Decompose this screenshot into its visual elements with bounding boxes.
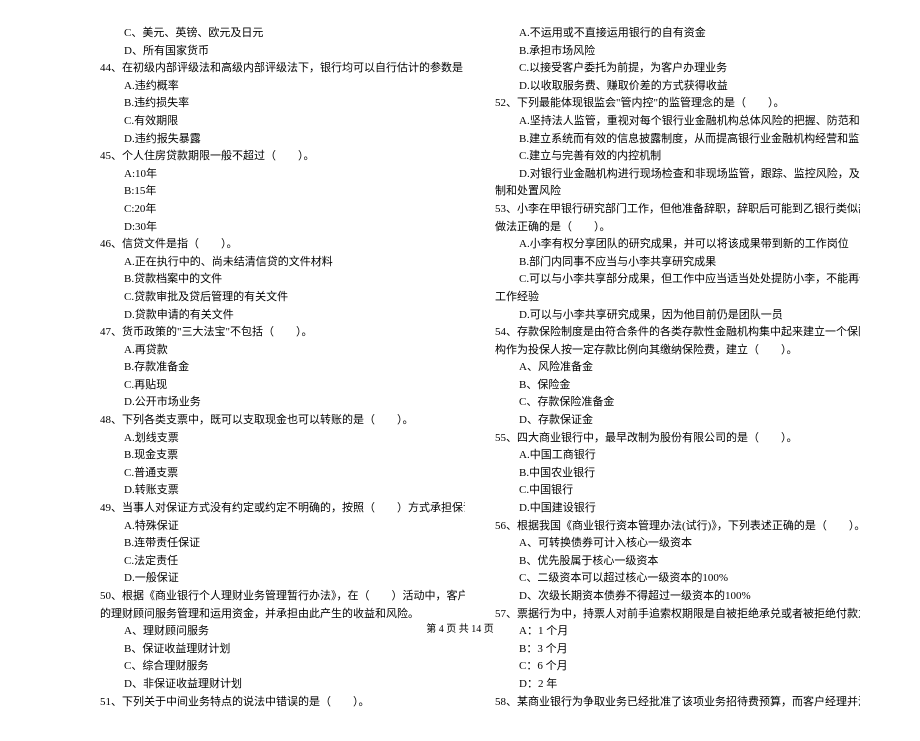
option-text: A.特殊保证 xyxy=(100,518,465,536)
option-text: D、所有国家货币 xyxy=(100,43,465,61)
option-text: A.坚持法人监管，重视对每个银行业金融机构总体风险的把握、防范和化解 xyxy=(495,113,860,131)
option-text: C.普通支票 xyxy=(100,465,465,483)
option-text: C、存款保险准备金 xyxy=(495,394,860,412)
option-text: C:20年 xyxy=(100,201,465,219)
option-text: B.部门内同事不应当与小李共享研究成果 xyxy=(495,254,860,272)
option-text: C.有效期限 xyxy=(100,113,465,131)
question-text: 46、信贷文件是指（ ）。 xyxy=(100,236,465,254)
option-text: D.一般保证 xyxy=(100,570,465,588)
option-text: A、风险准备金 xyxy=(495,359,860,377)
option-text: D.以收取服务费、赚取价差的方式获得收益 xyxy=(495,78,860,96)
option-text: B.贷款档案中的文件 xyxy=(100,271,465,289)
option-continuation: 工作经验 xyxy=(495,289,860,307)
option-text: D.对银行业金融机构进行现场检查和非现场监管，跟踪、监控风险，及早发现、预警、控 xyxy=(495,166,860,184)
option-text: B:15年 xyxy=(100,183,465,201)
question-continuation: 做法正确的是（ ）。 xyxy=(495,219,860,237)
option-text: D:30年 xyxy=(100,219,465,237)
option-text: B.连带责任保证 xyxy=(100,535,465,553)
option-text: C.再贴现 xyxy=(100,377,465,395)
option-text: C.中国银行 xyxy=(495,482,860,500)
option-text: D.违约报失暴露 xyxy=(100,131,465,149)
option-text: C.可以与小李共享部分成果，但工作中应当适当处处提防小李，不能再使其利用团队资源… xyxy=(495,271,860,289)
option-text: B.中国农业银行 xyxy=(495,465,860,483)
option-text: C.法定责任 xyxy=(100,553,465,571)
question-text: 56、根据我国《商业银行资本管理办法(试行)》，下列表述正确的是（ ）。 xyxy=(495,518,860,536)
option-text: B.承担市场风险 xyxy=(495,43,860,61)
option-text: D.可以与小李共享研究成果，因为他目前仍是团队一员 xyxy=(495,307,860,325)
question-text: 50、根据《商业银行个人理财业务管理暂行办法》，在（ ）活动中，客户根据商业银行… xyxy=(100,588,465,606)
right-column: A.不运用或不直接运用银行的自有资金 B.承担市场风险 C.以接受客户委托为前提… xyxy=(495,25,860,711)
option-text: B.建立系统而有效的信息披露制度，从而提高银行业金融机构经营和监管工作的透明度 xyxy=(495,131,860,149)
option-text: A.划线支票 xyxy=(100,430,465,448)
option-text: D.转账支票 xyxy=(100,482,465,500)
option-text: D.贷款申请的有关文件 xyxy=(100,307,465,325)
option-text: A.违约概率 xyxy=(100,78,465,96)
question-continuation: 构作为投保人按一定存款比例向其缴纳保险费，建立（ ）。 xyxy=(495,342,860,360)
question-text: 54、存款保险制度是由符合条件的各类存款性金融机构集中起来建立一个保险机构，各存… xyxy=(495,324,860,342)
question-text: 51、下列关于中间业务特点的说法中错误的是（ ）。 xyxy=(100,694,465,712)
question-text: 58、某商业银行为争取业务已经批准了该项业务招待费预算，而客户经理并没有请客户吃… xyxy=(495,694,860,712)
option-text: C、美元、英镑、欧元及日元 xyxy=(100,25,465,43)
option-text: A:10年 xyxy=(100,166,465,184)
option-text: C、综合理财服务 xyxy=(100,658,465,676)
question-text: 47、货币政策的"三大法宝"不包括（ ）。 xyxy=(100,324,465,342)
option-text: B、保险金 xyxy=(495,377,860,395)
question-text: 55、四大商业银行中，最早改制为股份有限公司的是（ ）。 xyxy=(495,430,860,448)
option-text: B.违约损失率 xyxy=(100,95,465,113)
option-text: B、优先股属于核心一级资本 xyxy=(495,553,860,571)
question-text: 52、下列最能体现银监会"管内控"的监管理念的是（ ）。 xyxy=(495,95,860,113)
option-text: A.再贷款 xyxy=(100,342,465,360)
option-text: C.以接受客户委托为前提，为客户办理业务 xyxy=(495,60,860,78)
option-text: D：2 年 xyxy=(495,676,860,694)
option-text: D.中国建设银行 xyxy=(495,500,860,518)
page-footer: 第 4 页 共 14 页 xyxy=(0,622,920,638)
option-text: B.现金支票 xyxy=(100,447,465,465)
option-text: A.不运用或不直接运用银行的自有资金 xyxy=(495,25,860,43)
option-text: D、存款保证金 xyxy=(495,412,860,430)
question-text: 48、下列各类支票中，既可以支取现金也可以转账的是（ ）。 xyxy=(100,412,465,430)
option-text: D、次级长期资本债券不得超过一级资本的100% xyxy=(495,588,860,606)
option-text: A.正在执行中的、尚未结清信贷的文件材料 xyxy=(100,254,465,272)
option-text: A、可转换债券可计入核心一级资本 xyxy=(495,535,860,553)
question-continuation: 的理财顾问服务管理和运用资金，并承担由此产生的收益和风险。 xyxy=(100,606,465,624)
option-continuation: 制和处置风险 xyxy=(495,183,860,201)
question-text: 49、当事人对保证方式没有约定或约定不明确的，按照（ ）方式承担保证责任。 xyxy=(100,500,465,518)
left-column: C、美元、英镑、欧元及日元 D、所有国家货币 44、在初级内部评级法和高级内部评… xyxy=(100,25,465,711)
question-text: 53、小李在甲银行研究部门工作，但他准备辞职，辞职后可能到乙银行类似部门工作，则… xyxy=(495,201,860,219)
option-text: B.存款准备金 xyxy=(100,359,465,377)
question-text: 44、在初级内部评级法和高级内部评级法下，银行均可以自行估计的参数是（ ）。 xyxy=(100,60,465,78)
option-text: D.公开市场业务 xyxy=(100,394,465,412)
option-text: A.中国工商银行 xyxy=(495,447,860,465)
option-text: A.小李有权分享团队的研究成果，并可以将该成果带到新的工作岗位 xyxy=(495,236,860,254)
option-text: C、二级资本可以超过核心一级资本的100% xyxy=(495,570,860,588)
question-text: 57、票据行为中，持票人对前手追索权期限是自被拒绝承兑或者被拒绝付款之日起（ ）… xyxy=(495,606,860,624)
option-text: C：6 个月 xyxy=(495,658,860,676)
question-text: 45、个人住房贷款期限一般不超过（ ）。 xyxy=(100,148,465,166)
option-text: D、非保证收益理财计划 xyxy=(100,676,465,694)
option-text: C.贷款审批及贷后管理的有关文件 xyxy=(100,289,465,307)
option-text: C.建立与完善有效的内控机制 xyxy=(495,148,860,166)
